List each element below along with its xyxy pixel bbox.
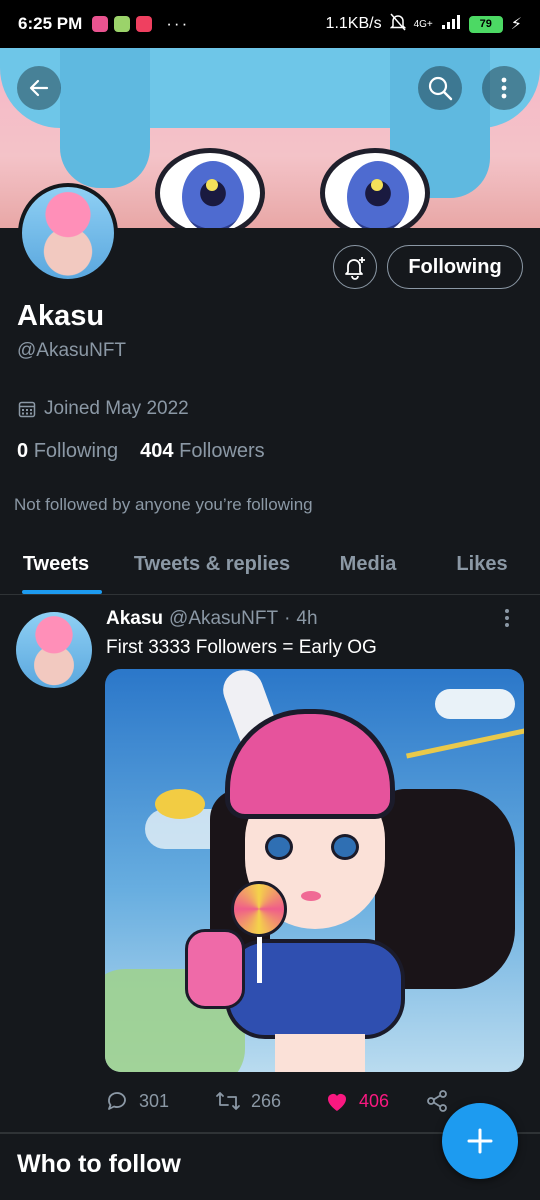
following-count: 0	[17, 440, 29, 462]
more-options-button[interactable]	[482, 66, 526, 110]
retweet-button[interactable]: 266	[215, 1089, 325, 1113]
status-time: 6:25 PM	[18, 14, 83, 33]
following-label: Following	[33, 440, 119, 462]
notification-app-icon	[114, 16, 131, 32]
who-to-follow-heading: Who to follow	[17, 1150, 181, 1178]
more-vertical-icon	[505, 609, 509, 627]
image-art	[435, 689, 515, 719]
back-button[interactable]	[17, 66, 61, 110]
reply-icon	[108, 1092, 126, 1110]
reply-count: 301	[139, 1090, 170, 1111]
status-app-icons	[92, 16, 153, 32]
tweet-time[interactable]: 4h	[296, 608, 317, 630]
image-art	[331, 834, 359, 860]
tweet-image[interactable]	[105, 669, 524, 1072]
retweet-icon	[216, 1092, 240, 1110]
notify-button[interactable]	[333, 245, 377, 289]
image-art	[257, 933, 262, 983]
search-icon	[428, 76, 453, 101]
profile-tabs: Tweets Tweets & replies Media Likes	[0, 535, 540, 595]
tab-likes[interactable]: Likes	[424, 535, 540, 594]
tab-tweets[interactable]: Tweets	[0, 535, 112, 594]
image-art	[265, 834, 293, 860]
image-art	[225, 939, 405, 1039]
like-count: 406	[359, 1090, 390, 1111]
tweet-more-button[interactable]	[504, 608, 510, 634]
banner-art	[320, 148, 430, 228]
image-art	[155, 789, 205, 819]
tweet-author-handle[interactable]: @AkasuNFT	[169, 608, 278, 630]
heart-filled-icon	[328, 1094, 346, 1111]
followers-count: 404	[140, 440, 174, 462]
profile-avatar[interactable]	[18, 183, 118, 283]
network-type: 4G+	[413, 18, 433, 30]
plus-icon	[467, 1128, 493, 1154]
reply-button[interactable]: 301	[105, 1089, 215, 1113]
more-vertical-icon	[501, 77, 507, 99]
profile-name: Akasu	[17, 300, 105, 332]
share-icon	[427, 1090, 447, 1112]
tweet-author-name[interactable]: Akasu	[106, 608, 163, 630]
status-bar: 6:25 PM ··· 1.1KB/s 4G+ 79 ⚡	[0, 0, 540, 48]
calendar-icon	[18, 401, 36, 418]
compose-tweet-button[interactable]	[442, 1103, 518, 1179]
notification-app-icon	[92, 16, 109, 32]
tweet-actions: 301 266 406	[105, 1086, 465, 1116]
banner-art	[155, 148, 265, 228]
tab-tweets-replies[interactable]: Tweets & replies	[112, 535, 312, 594]
tweet-separator: ·	[284, 608, 291, 629]
like-button[interactable]: 406	[325, 1090, 425, 1112]
tweet-avatar[interactable]	[16, 612, 92, 688]
arrow-left-icon	[29, 79, 49, 97]
not-followed-notice: Not followed by anyone you’re following	[14, 495, 313, 514]
silent-bell-icon	[389, 13, 406, 36]
signal-icon	[441, 14, 461, 34]
network-speed: 1.1KB/s	[325, 15, 382, 32]
image-art	[185, 929, 245, 1009]
following-button[interactable]: Following	[387, 245, 523, 289]
share-button[interactable]	[425, 1089, 449, 1113]
charging-icon: ⚡	[510, 16, 522, 33]
tiktok-icon	[136, 16, 153, 32]
followers-label: Followers	[179, 440, 265, 462]
bell-plus-icon	[345, 257, 365, 280]
image-art	[301, 891, 321, 901]
following-link[interactable]: 0 Following	[17, 440, 118, 463]
battery-icon: 79	[468, 15, 503, 33]
followers-link[interactable]: 404 Followers	[140, 440, 265, 463]
search-button[interactable]	[418, 66, 462, 110]
image-art	[231, 881, 287, 937]
profile-handle: @AkasuNFT	[17, 340, 127, 361]
banner-art	[60, 48, 150, 188]
status-more-dots: ···	[166, 14, 190, 33]
image-art	[406, 724, 524, 759]
image-art	[275, 1034, 365, 1072]
joined-date: Joined May 2022	[18, 398, 189, 420]
tab-media[interactable]: Media	[312, 535, 424, 594]
follow-stats: 0 Following 404 Followers	[17, 440, 265, 463]
retweet-count: 266	[251, 1090, 282, 1111]
tweet-text: First 3333 Followers = Early OG	[106, 637, 377, 658]
joined-text: Joined May 2022	[44, 398, 189, 419]
tweet-header: Akasu @AkasuNFT · 4h	[106, 608, 318, 630]
